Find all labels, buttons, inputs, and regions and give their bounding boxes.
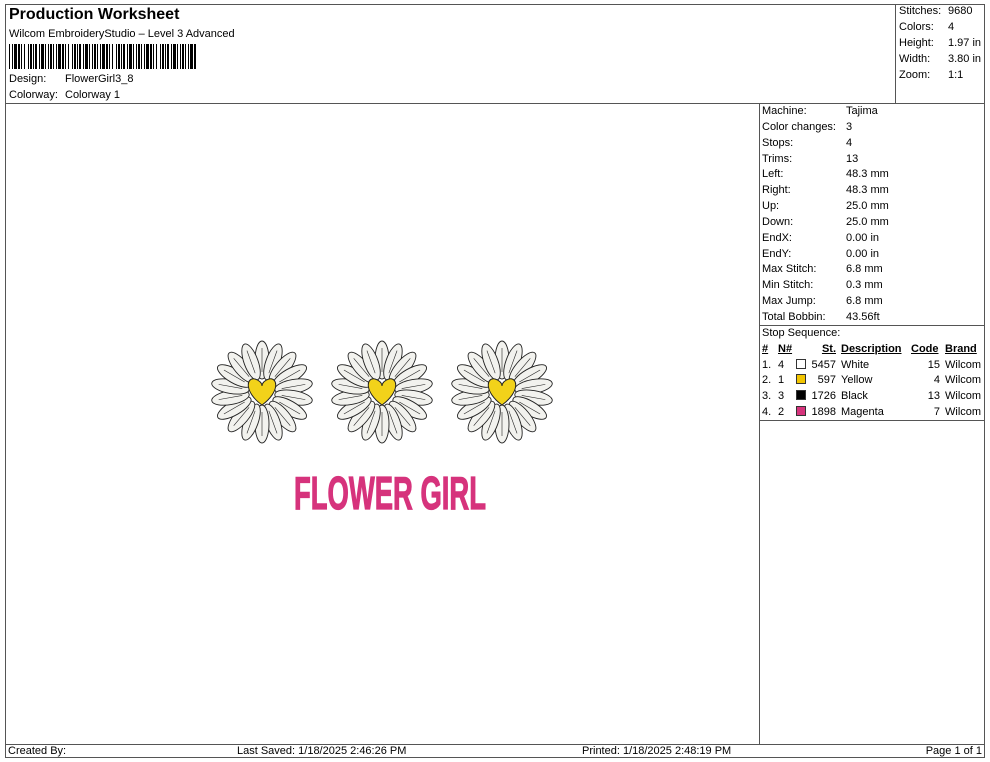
stop-sequence-divider	[759, 325, 985, 326]
detail-row: Color changes: 3	[762, 121, 853, 133]
embroidery-design-preview: FLOWER GIRL	[211, 340, 553, 520]
created-by: Created By:	[8, 745, 67, 757]
detail-row: Trims: 13	[762, 153, 859, 165]
detail-row: EndX: 0.00 in	[762, 232, 880, 244]
summary-row: Stitches: 9680	[899, 5, 973, 17]
detail-row: EndY: 0.00 in	[762, 248, 880, 260]
summary-row: Zoom: 1:1	[899, 69, 964, 81]
column-header-number: #	[762, 343, 769, 355]
summary-row: Colors: 4	[899, 21, 955, 33]
design-text: FLOWER GIRL	[294, 467, 486, 519]
software-subtitle: Wilcom EmbroideryStudio – Level 3 Advanc…	[9, 28, 235, 40]
detail-row: Machine: Tajima	[762, 105, 878, 117]
detail-row: Min Stitch: 0.3 mm	[762, 279, 883, 291]
colorway-label: Colorway:	[9, 89, 58, 101]
detail-row: Up: 25.0 mm	[762, 200, 889, 212]
stop-sequence-bottom-divider	[759, 420, 985, 421]
summary-row: Width: 3.80 in	[899, 53, 982, 65]
detail-row: Max Stitch: 6.8 mm	[762, 263, 883, 275]
detail-row: Left: 48.3 mm	[762, 168, 889, 180]
colorway-value: Colorway 1	[65, 89, 121, 101]
column-header-brand: Brand	[945, 343, 977, 355]
daisy-flower	[451, 340, 553, 444]
page-title: Production Worksheet	[9, 6, 180, 23]
design-label: Design:	[9, 73, 47, 85]
design-name-row: Design: FlowerGirl3_8	[9, 73, 133, 85]
summary-row: Height: 1.97 in	[899, 37, 982, 49]
last-saved: Last Saved: 1/18/2025 2:46:26 PM	[237, 745, 407, 757]
detail-row: Down: 25.0 mm	[762, 216, 889, 228]
detail-row: Right: 48.3 mm	[762, 184, 889, 196]
stop-sequence-title: Stop Sequence:	[762, 327, 841, 339]
daisy-flower	[331, 340, 433, 444]
detail-row: Stops: 4	[762, 137, 853, 149]
colorway-row: Colorway: Colorway 1	[9, 89, 120, 101]
column-header-description: Description	[841, 343, 902, 355]
column-header-code: Code	[911, 343, 939, 355]
header-divider	[5, 103, 985, 104]
daisy-flower	[211, 340, 313, 444]
footer-divider	[5, 744, 985, 745]
page-number: Page 1 of 1	[925, 745, 982, 757]
detail-row: Max Jump: 6.8 mm	[762, 295, 883, 307]
design-value: FlowerGirl3_8	[65, 73, 134, 85]
summary-stats: Stitches: 9680 Colors: 4 Height: 1.97 in Wi…	[895, 4, 985, 103]
printed-date: Printed: 1/18/2025 2:48:19 PM	[582, 745, 732, 757]
column-header-needle: N#	[778, 343, 793, 355]
detail-row: Total Bobbin: 43.56ft	[762, 311, 880, 323]
barcode-image	[9, 44, 196, 69]
column-header-stitches: St.	[821, 343, 836, 355]
sidebar-divider	[759, 103, 760, 744]
